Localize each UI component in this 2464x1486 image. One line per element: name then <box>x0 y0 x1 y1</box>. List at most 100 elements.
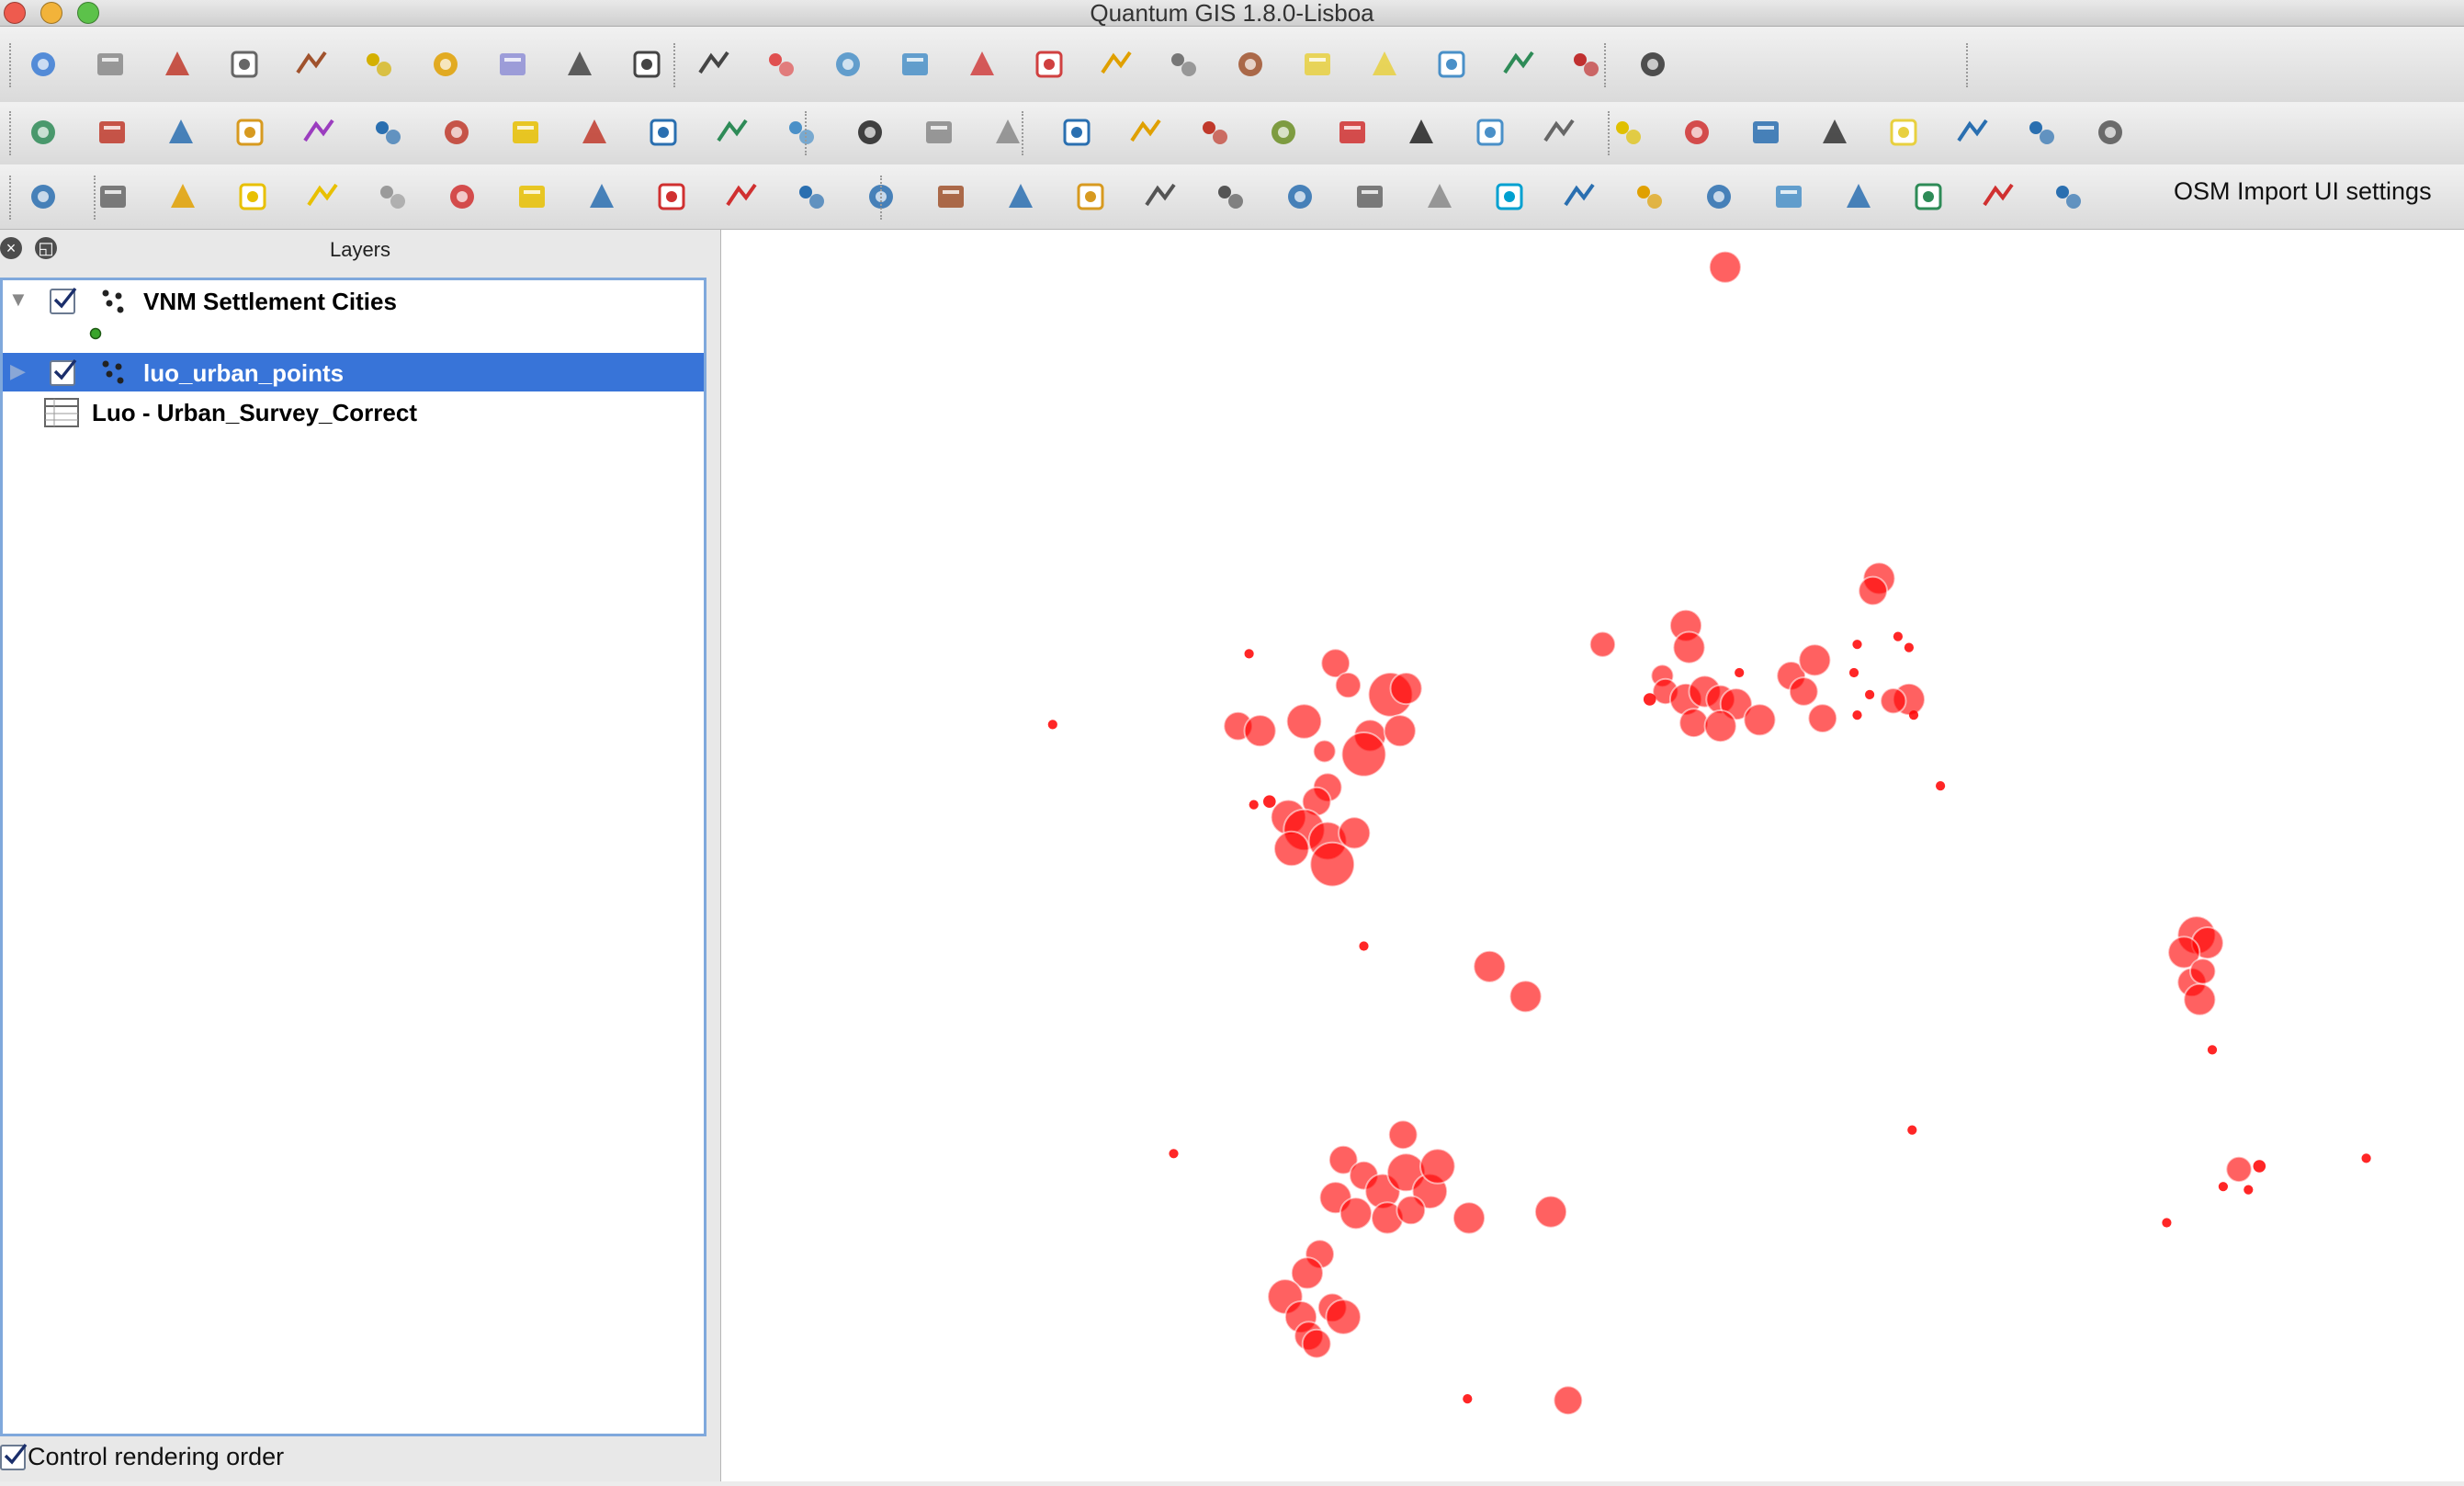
add-vector-icon[interactable] <box>24 113 62 152</box>
toolbar-grip[interactable] <box>805 111 812 155</box>
identify-icon[interactable] <box>1471 113 1509 152</box>
pencil-edit-icon[interactable] <box>1630 177 1668 216</box>
merge-features-icon[interactable] <box>1298 45 1337 84</box>
delete-part-icon[interactable] <box>1030 45 1068 84</box>
add-mssql-icon[interactable] <box>300 113 338 152</box>
postgis-elephant-icon[interactable] <box>2049 177 2087 216</box>
layer-row-luo-urban-survey-correct[interactable]: Luo - Urban_Survey_Correct <box>3 393 704 432</box>
measure-ruler-icon[interactable] <box>1815 113 1854 152</box>
add-wms-icon[interactable] <box>368 113 407 152</box>
label-move-icon[interactable] <box>1071 177 1110 216</box>
expand-arrow-icon[interactable]: ▶ <box>10 359 26 383</box>
layer-visibility-checkbox[interactable] <box>50 358 77 386</box>
map-canvas[interactable] <box>721 230 2464 1481</box>
add-ring-icon[interactable] <box>829 45 867 84</box>
sigma-icon[interactable] <box>1633 45 1672 84</box>
add-part-icon[interactable] <box>896 45 934 84</box>
undo-icon[interactable] <box>627 45 666 84</box>
split-features-icon[interactable] <box>1231 45 1270 84</box>
new-vector-icon[interactable] <box>506 113 545 152</box>
add-wcs-icon[interactable] <box>437 113 476 152</box>
raster-calc-icon[interactable] <box>1490 177 1529 216</box>
ogr-icon[interactable] <box>24 177 62 216</box>
attribute-table-icon[interactable] <box>1746 113 1785 152</box>
remove-layer-icon[interactable] <box>575 113 614 152</box>
terrain-icon[interactable] <box>1264 113 1303 152</box>
toolbar-grip[interactable] <box>880 176 887 220</box>
toolbar-grip[interactable] <box>1608 111 1615 155</box>
georeferencer-icon[interactable] <box>920 113 958 152</box>
heatmap-icon[interactable] <box>1126 113 1165 152</box>
layer-row-vnm-settlement-cities[interactable]: ▼ VNM Settlement Cities <box>3 281 704 320</box>
map-tips-icon[interactable] <box>1953 113 1992 152</box>
pan-to-selection-icon[interactable] <box>164 177 202 216</box>
label-pin-icon[interactable] <box>932 177 970 216</box>
grid-maker-icon[interactable] <box>1281 177 1319 216</box>
toolbar-grip[interactable] <box>9 176 17 220</box>
new-bookmark-icon[interactable] <box>1420 177 1459 216</box>
raster-clip-icon[interactable] <box>1769 177 1808 216</box>
more-chevron-icon[interactable] <box>560 45 599 84</box>
plugin-icon[interactable] <box>1499 45 1538 84</box>
zoom-full-icon[interactable] <box>443 177 481 216</box>
raster-legend-icon[interactable] <box>1333 113 1372 152</box>
home-icon[interactable] <box>2022 113 2061 152</box>
raster-reproject-icon[interactable] <box>1700 177 1738 216</box>
label-show-icon[interactable] <box>1001 177 1040 216</box>
raster-table-icon[interactable] <box>1402 113 1441 152</box>
zoom-actual-icon[interactable] <box>373 177 412 216</box>
toolbar-grip[interactable] <box>9 111 17 155</box>
copy-features-icon[interactable] <box>493 45 532 84</box>
print-composer-icon[interactable] <box>1351 177 1389 216</box>
random-points-icon[interactable] <box>1979 177 2018 216</box>
add-feature-icon[interactable] <box>158 45 197 84</box>
zoom-in-icon[interactable] <box>233 177 272 216</box>
merge-attributes-icon[interactable] <box>1365 45 1404 84</box>
node-tool-icon[interactable] <box>292 45 331 84</box>
toolbar-grip[interactable] <box>94 176 101 220</box>
add-raster-icon[interactable] <box>93 113 131 152</box>
zoom-last-icon[interactable] <box>652 177 691 216</box>
reshape-icon[interactable] <box>1097 45 1136 84</box>
osm-import-settings-button[interactable]: OSM Import UI settings <box>2174 177 2432 206</box>
statistics-icon[interactable] <box>1195 113 1234 152</box>
whats-this-icon[interactable] <box>851 113 889 152</box>
easy-label-icon[interactable] <box>1141 177 1180 216</box>
zoom-layer-icon[interactable] <box>513 177 551 216</box>
refresh-icon[interactable] <box>792 177 831 216</box>
move-feature-icon[interactable] <box>225 45 264 84</box>
toolbar-grip[interactable] <box>9 43 17 87</box>
edit-pencil-icon[interactable] <box>24 45 62 84</box>
toolbar-grip[interactable] <box>1604 43 1611 87</box>
deselect-icon[interactable] <box>1678 113 1716 152</box>
help-pointer-icon[interactable] <box>782 113 820 152</box>
zoom-next-icon[interactable] <box>722 177 761 216</box>
rotate-point-icon[interactable] <box>1432 45 1471 84</box>
simplify-feature-icon[interactable] <box>762 45 800 84</box>
control-rendering-order-checkbox[interactable] <box>0 1443 28 1470</box>
delete-selected-icon[interactable] <box>359 45 398 84</box>
annotation-icon[interactable] <box>1884 113 1923 152</box>
add-csv-icon[interactable] <box>644 113 683 152</box>
add-spatialite-icon[interactable] <box>231 113 269 152</box>
raster-info-icon[interactable] <box>1839 177 1878 216</box>
add-delimited-icon[interactable] <box>713 113 752 152</box>
vector-tool-icon[interactable] <box>1566 45 1605 84</box>
label-change-icon[interactable] <box>1211 177 1249 216</box>
toolbar-grip[interactable] <box>673 43 681 87</box>
processing-gear-icon[interactable] <box>1540 113 1578 152</box>
3d-box-icon[interactable] <box>1560 177 1599 216</box>
globe-icon[interactable] <box>1057 113 1096 152</box>
add-postgis-icon[interactable] <box>162 113 200 152</box>
zoom-selection-icon[interactable] <box>582 177 621 216</box>
redo-icon[interactable] <box>695 45 733 84</box>
layer-row-luo-urban-points[interactable]: ▶ luo_urban_points <box>3 353 704 391</box>
toolbar-grip[interactable] <box>1022 111 1029 155</box>
text-annotation-icon[interactable] <box>2091 113 2130 152</box>
zoom-out-icon[interactable] <box>303 177 342 216</box>
delete-ring-icon[interactable] <box>963 45 1001 84</box>
toolbar-grip[interactable] <box>1966 43 1973 87</box>
save-layer-icon[interactable] <box>91 45 130 84</box>
offset-curve-icon[interactable] <box>1164 45 1203 84</box>
layer-visibility-checkbox[interactable] <box>50 287 77 314</box>
